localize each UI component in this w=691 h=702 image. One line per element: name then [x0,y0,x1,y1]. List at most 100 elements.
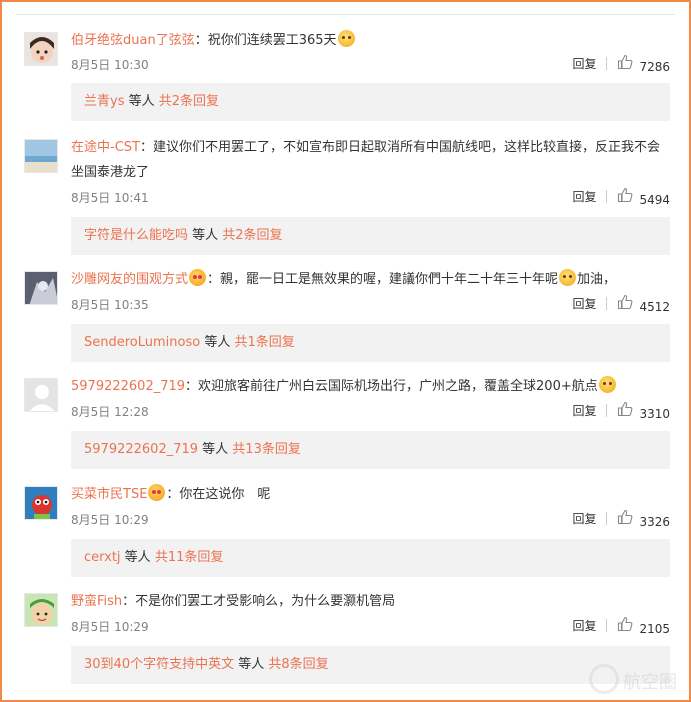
thumbs-up-icon [618,401,633,417]
reply-count-link[interactable]: 共2条回复 [222,228,282,243]
reply-button[interactable]: 回复 [572,55,596,72]
comment-time: 8月5日 12:28 [71,405,149,419]
reply-count-link[interactable]: 共2条回复 [159,94,219,109]
reply-summary[interactable]: 字符是什么能吃吗 等人 共2条回复 [71,217,670,255]
thumbs-up-icon [618,187,633,203]
like-button[interactable]: 3310 [617,401,670,421]
comment-actions: 回复 3310 [572,401,670,421]
divider [606,190,608,204]
comment-body: ：親，罷一日工是無效果的喔，建議你們十年二十年三十年呢 [207,272,559,287]
reply-button[interactable]: 回复 [572,295,596,312]
username-link[interactable]: 在途中-CST [71,140,140,155]
heart-eyes-emoji-icon [189,269,207,286]
reply-summary[interactable]: 30到40个字符支持中英文 等人 共8条回复 [71,646,670,684]
reply-mid-text: 等人 [200,335,235,350]
comment-time: 8月5日 10:30 [71,58,149,72]
like-button[interactable]: 3326 [617,509,670,529]
heart-eyes-emoji-icon [148,484,166,501]
thumbs-up-icon [618,616,633,632]
reply-summary[interactable]: 5979222602_719 等人 共13条回复 [71,431,670,469]
reply-button[interactable]: 回复 [572,402,596,419]
like-button[interactable]: 2105 [617,616,670,636]
comment-body: ：祝你们连续罢工365天 [194,33,337,48]
thumbs-up-icon [618,54,633,70]
like-button[interactable]: 7286 [617,54,670,74]
like-count: 7286 [639,59,670,74]
reply-mid-text: 等人 [188,228,223,243]
reply-summary[interactable]: cerxtj 等人 共11条回复 [71,539,670,577]
like-button[interactable]: 4512 [617,294,670,314]
reply-user-link[interactable]: 5979222602_719 [84,442,198,457]
reply-mid-text: 等人 [198,442,233,457]
reply-count-link[interactable]: 共8条回复 [268,657,328,672]
reply-user-link[interactable]: cerxtj [84,550,121,565]
reply-count-link[interactable]: 共1条回复 [234,335,294,350]
reply-mid-text: 等人 [124,94,159,109]
reply-user-link[interactable]: 字符是什么能吃吗 [84,228,188,243]
comment-text: 沙雕网友的围观方式 ：親，罷一日工是無效果的喔，建議你們十年二十年三十年呢 加油， [71,268,671,292]
comment-text: 买菜市民TSE ：你在这说你 呢 [71,483,671,507]
comment-time: 8月5日 10:29 [71,620,149,634]
comment-text: 在途中-CST：建议你们不用罢工了，不如宣布即日起取消所有中国航线吧，这样比较直… [71,135,671,185]
reply-mid-text: 等人 [234,657,269,672]
avatar[interactable] [24,139,58,173]
reply-mid-text: 等人 [120,550,155,565]
comment-text: 野蛮Fish：不是你们罢工才受影响么，为什么要灏机管局 [71,590,671,614]
reply-button[interactable]: 回复 [572,188,596,205]
comment-actions: 回复 7286 [572,54,670,74]
divider [606,512,608,526]
divider [606,619,608,633]
reply-summary[interactable]: 兰青ys 等人 共2条回复 [71,83,670,121]
like-count: 3326 [639,514,670,529]
avatar[interactable] [24,486,58,520]
reply-user-link[interactable]: SenderoLuminoso [84,335,200,350]
reply-user-link[interactable]: 兰青ys [84,94,124,109]
comment-actions: 回复 4512 [572,294,670,314]
reply-count-link[interactable]: 共13条回复 [232,442,301,457]
emoji-icon [337,30,355,47]
comment-body: ：欢迎旅客前往广州白云国际机场出行，广州之路，覆盖全球200+航点 [185,379,598,394]
username-link[interactable]: 沙雕网友的围观方式 [71,272,188,287]
avatar[interactable] [24,378,58,412]
comment-actions: 回复 5494 [572,187,670,207]
reply-button[interactable]: 回复 [572,617,596,634]
comment-time: 8月5日 10:29 [71,513,149,527]
comment-actions: 回复 3326 [572,509,670,529]
comment-body: ：建议你们不用罢工了，不如宣布即日起取消所有中国航线吧，这样比较直接，反正我不会… [71,140,660,180]
like-count: 3310 [639,406,670,421]
watermark-emblem-icon [589,664,619,694]
like-count: 5494 [639,192,670,207]
divider [606,404,608,418]
like-button[interactable]: 5494 [617,187,670,207]
username-link[interactable]: 伯牙绝弦duan了弦弦 [71,33,195,48]
comment-time: 8月5日 10:41 [71,191,149,205]
comment-text: 5979222602_719：欢迎旅客前往广州白云国际机场出行，广州之路，覆盖全… [71,375,671,399]
comment-body-tail: 加油， [577,272,617,287]
comment-body: ：你在这说你 呢 [166,487,271,502]
username-link[interactable]: 买菜市民TSE [71,487,147,502]
watermark-text: 航空圈 [623,672,677,693]
like-count: 4512 [639,299,670,314]
comment-actions: 回复 2105 [572,616,670,636]
avatar[interactable] [24,593,58,627]
comment-text: 伯牙绝弦duan了弦弦：祝你们连续罢工365天 [71,29,671,53]
thumbs-up-icon [618,509,633,525]
avatar[interactable] [24,32,58,66]
divider [16,14,675,15]
like-count: 2105 [639,621,670,636]
comment-body: ：不是你们罢工才受影响么，为什么要灏机管局 [122,594,396,609]
comment-panel: 伯牙绝弦duan了弦弦：祝你们连续罢工365天 8月5日 10:30 回复 728… [0,0,691,702]
reply-button[interactable]: 回复 [572,510,596,527]
comment-time: 8月5日 10:35 [71,298,149,312]
reply-user-link[interactable]: 30到40个字符支持中英文 [84,657,234,672]
smile-emoji-icon [559,269,577,286]
reply-count-link[interactable]: 共11条回复 [155,550,224,565]
watermark-logo: 航空圈 [589,662,685,698]
divider [606,57,608,71]
thumbs-up-icon [618,294,633,310]
divider [606,297,608,311]
username-link[interactable]: 5979222602_719 [71,379,185,394]
reply-summary[interactable]: SenderoLuminoso 等人 共1条回复 [71,324,670,362]
avatar[interactable] [24,271,58,305]
username-link[interactable]: 野蛮Fish [71,594,122,609]
